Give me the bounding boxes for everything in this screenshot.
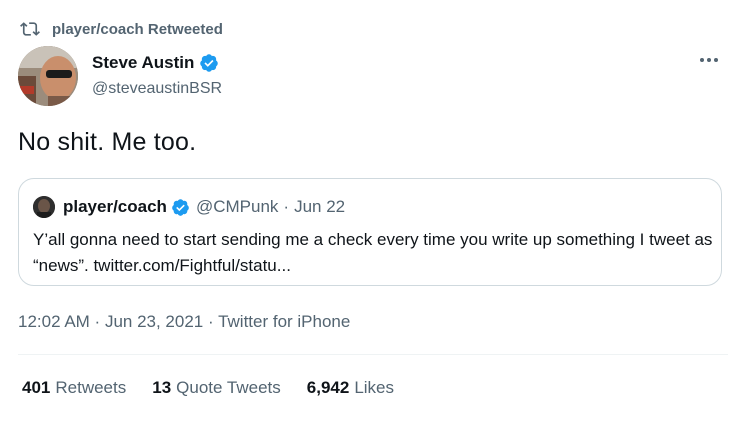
quote-tweets-count: 13	[152, 378, 172, 397]
quoted-avatar-photo	[33, 196, 55, 218]
author-block: Steve Austin @steveaustinBSR	[92, 52, 222, 98]
retweet-icon	[20, 22, 40, 36]
retweeted-by-link[interactable]: player/coach Retweeted	[52, 21, 223, 38]
retweet-indicator: player/coach Retweeted	[20, 18, 223, 40]
quoted-tweet[interactable]: player/coach @CMPunk · Jun 22 Y’all gonn…	[18, 178, 722, 286]
verified-badge-icon	[200, 54, 219, 72]
quoted-author-handle: @CMPunk	[195, 197, 279, 216]
meta-separator: ·	[89, 312, 105, 331]
quoted-date: Jun 22	[294, 197, 346, 216]
author-avatar[interactable]	[18, 46, 78, 106]
engagement-stats: 401 Retweets 13 Quote Tweets 6,942 Likes	[22, 378, 420, 398]
meta-separator: ·	[203, 312, 219, 331]
likes-stat[interactable]: 6,942 Likes	[307, 378, 394, 398]
tweet-date-link[interactable]: Jun 23, 2021	[105, 312, 203, 331]
author-name[interactable]: Steve Austin	[92, 53, 194, 73]
avatar-photo	[18, 46, 78, 106]
retweets-count: 401	[22, 378, 51, 397]
quoted-separator: ·	[283, 197, 290, 216]
tweet-card: player/coach Retweeted Steve Austin @ste…	[0, 0, 747, 425]
tweet-time-link[interactable]: 12:02 AM	[18, 312, 90, 331]
quote-tweets-label: Quote Tweets	[176, 378, 281, 397]
tweet-metadata: 12:02 AM · Jun 23, 2021 · Twitter for iP…	[18, 312, 350, 332]
more-dots-icon	[700, 58, 704, 62]
retweets-label: Retweets	[55, 378, 127, 397]
quote-tweets-stat[interactable]: 13 Quote Tweets	[152, 378, 281, 398]
tweet-source: Twitter for iPhone	[218, 312, 351, 331]
retweets-stat[interactable]: 401 Retweets	[22, 378, 126, 398]
quoted-author-avatar	[33, 196, 55, 218]
likes-count: 6,942	[306, 378, 350, 397]
divider	[18, 354, 728, 355]
likes-label: Likes	[354, 378, 394, 397]
quoted-author-name: player/coach	[63, 197, 167, 216]
tweet-text: No shit. Me too.	[18, 128, 197, 156]
verified-badge-icon	[172, 198, 189, 216]
author-handle[interactable]: @steveaustinBSR	[92, 80, 222, 98]
quoted-tweet-text: Y’all gonna need to start sending me a c…	[33, 230, 713, 275]
more-options-button[interactable]	[695, 50, 723, 70]
